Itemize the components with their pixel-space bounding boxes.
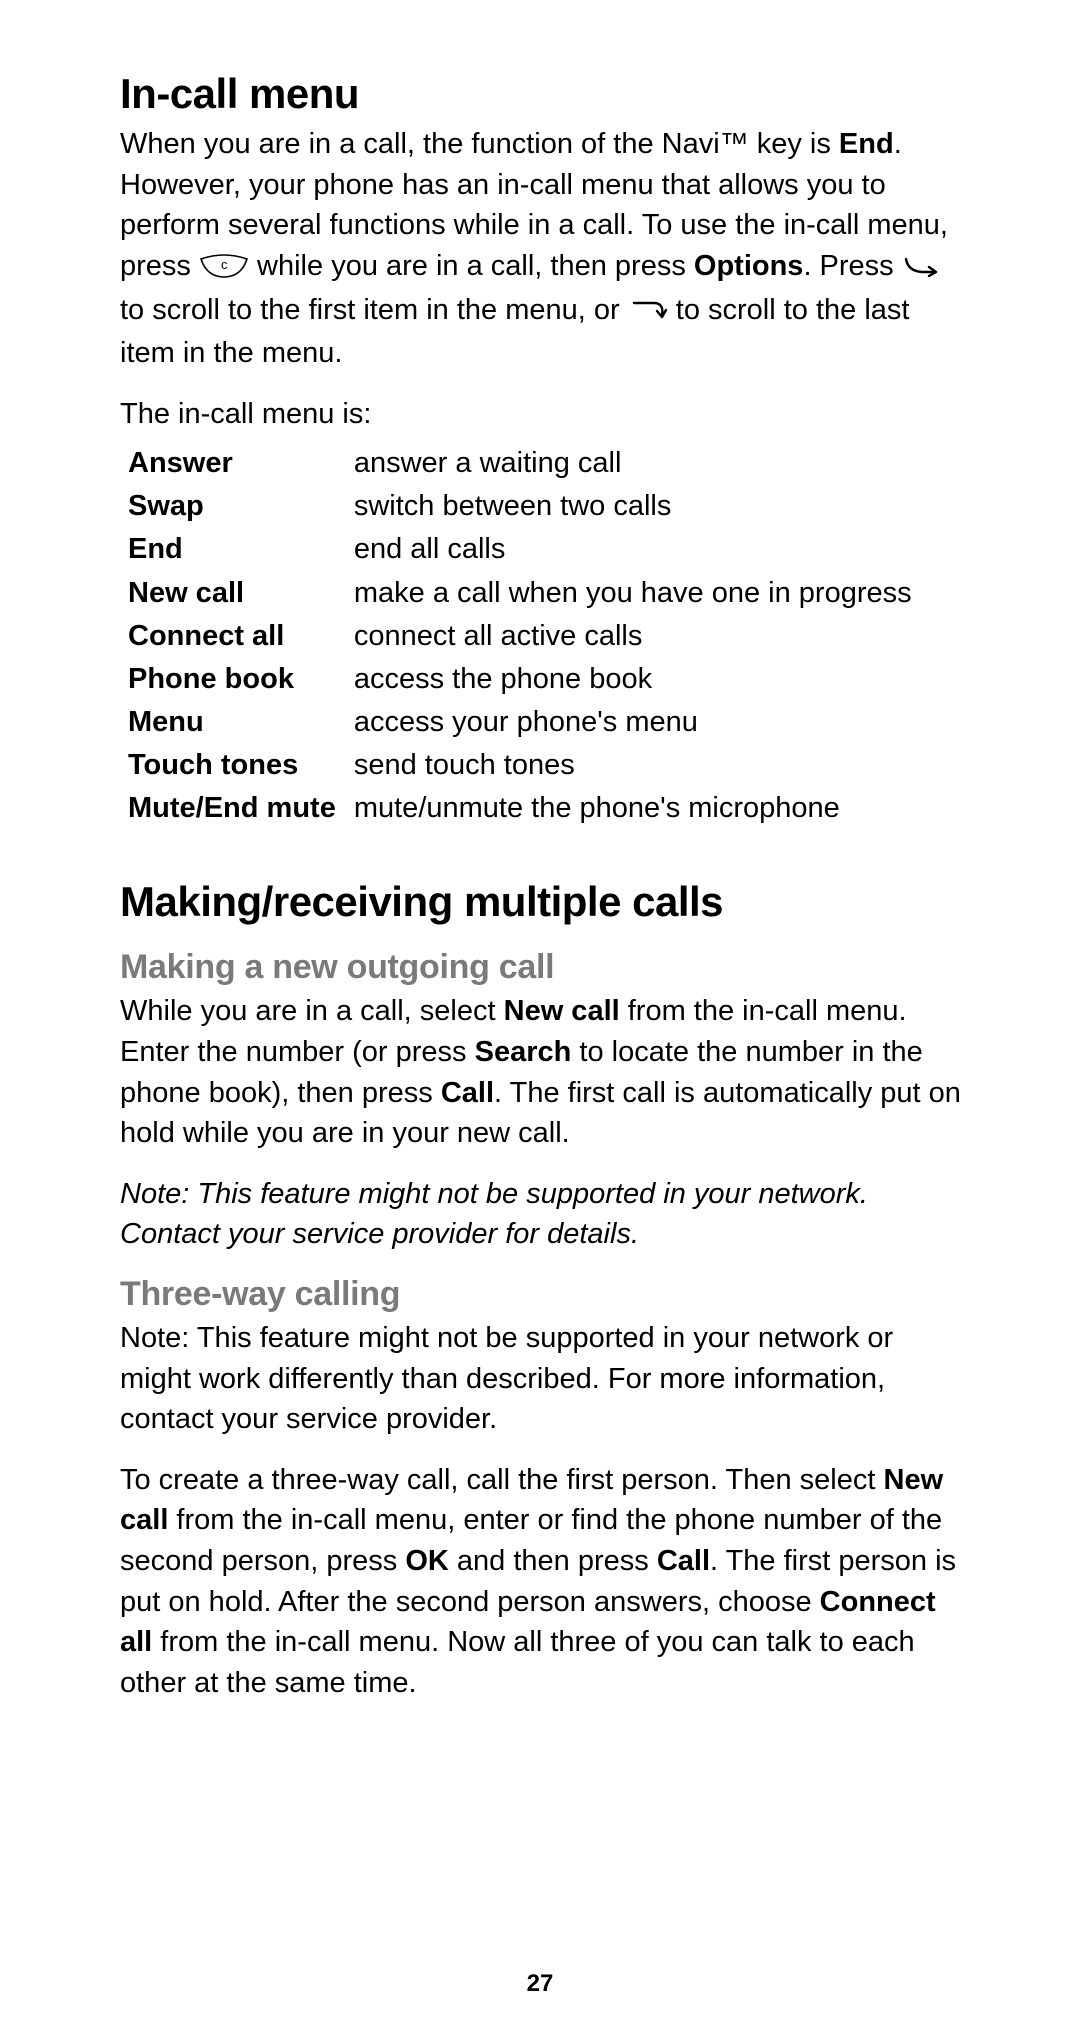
table-row: Swapswitch between two calls [128,485,912,528]
page-number: 27 [0,1970,1080,1998]
menu-intro-text: The in-call menu is: [120,394,970,435]
menu-desc: answer a waiting call [354,442,912,485]
menu-term: Connect all [128,615,354,658]
subheading-new-outgoing: Making a new outgoing call [120,948,970,987]
text: . Press [803,250,901,282]
table-row: Touch tonessend touch tones [128,744,912,787]
menu-desc: end all calls [354,528,912,571]
bold-options: Options [694,250,804,282]
manual-page: In-call menu When you are in a call, the… [0,0,1080,1703]
menu-term: End [128,528,354,571]
intro-paragraph: When you are in a call, the function of … [120,124,970,374]
menu-desc: mute/unmute the phone's microphone [354,787,912,830]
bold-ok: OK [405,1545,449,1577]
menu-term: Mute/End mute [128,787,354,830]
table-row: Phone bookaccess the phone book [128,658,912,701]
menu-desc: access your phone's menu [354,701,912,744]
subheading-three-way: Three-way calling [120,1275,970,1314]
text: while you are in a call, then press [257,250,694,282]
menu-term: Touch tones [128,744,354,787]
threeway-note: Note: This feature might not be supporte… [120,1318,970,1440]
menu-desc: send touch tones [354,744,912,787]
table-row: New callmake a call when you have one in… [128,572,912,615]
bold-search: Search [475,1036,572,1068]
text: To create a three-way call, call the fir… [120,1464,884,1496]
table-row: Mute/End mutemute/unmute the phone's mic… [128,787,912,830]
menu-term: Menu [128,701,354,744]
menu-term: New call [128,572,354,615]
scroll-up-icon [628,292,668,333]
outgoing-paragraph: While you are in a call, select New call… [120,991,970,1153]
bold-new-call: New call [504,995,620,1027]
text: While you are in a call, select [120,995,504,1027]
heading-multiple-calls: Making/receiving multiple calls [120,878,970,926]
menu-desc: access the phone book [354,658,912,701]
table-row: Menuaccess your phone's menu [128,701,912,744]
table-row: Endend all calls [128,528,912,571]
threeway-paragraph: To create a three-way call, call the fir… [120,1460,970,1704]
bold-end: End [839,128,894,160]
svg-text:c: c [221,257,228,272]
table-row: Connect allconnect all active calls [128,615,912,658]
scroll-down-icon [902,248,942,289]
menu-term: Phone book [128,658,354,701]
bold-call: Call [657,1545,710,1577]
heading-in-call-menu: In-call menu [120,70,970,118]
menu-desc: switch between two calls [354,485,912,528]
text: from the in-call menu. Now all three of … [120,1626,915,1699]
text: When you are in a call, the function of … [120,128,839,160]
in-call-menu-table: Answeranswer a waiting callSwapswitch be… [128,442,912,830]
c-key-icon: c [199,250,249,291]
menu-term: Swap [128,485,354,528]
menu-desc: connect all active calls [354,615,912,658]
text: to scroll to the first item in the menu,… [120,294,628,326]
menu-term: Answer [128,442,354,485]
note-network: Note: This feature might not be supporte… [120,1174,970,1255]
text: and then press [449,1545,657,1577]
bold-call: Call [441,1077,494,1109]
table-row: Answeranswer a waiting call [128,442,912,485]
menu-desc: make a call when you have one in progres… [354,572,912,615]
